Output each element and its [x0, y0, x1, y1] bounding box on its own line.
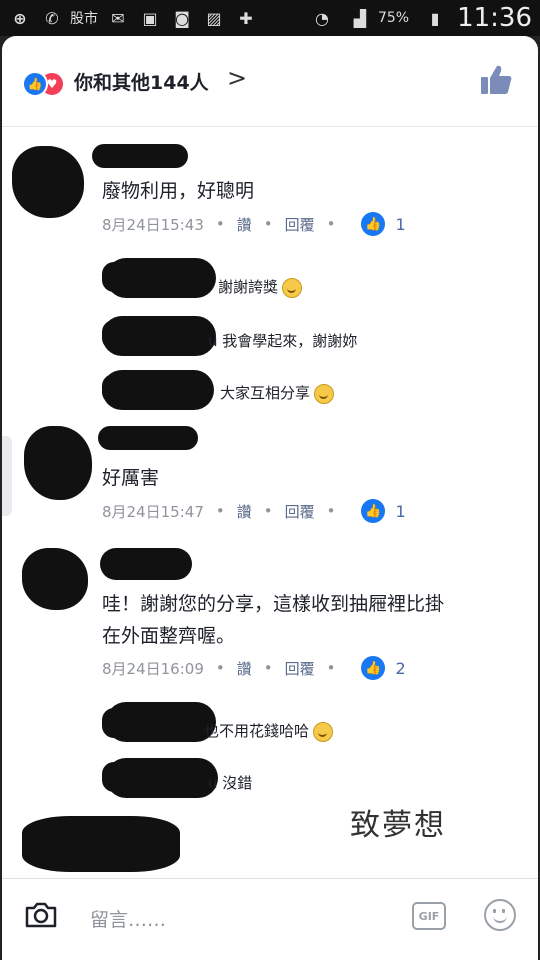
mail-icon: ✉ [111, 8, 125, 28]
status-bar: ⊕ ✆ 股市 ✉ ▣ ◙ ▨ ✚ ◔ ▟ 75% ▮ 11:36 [0, 0, 540, 36]
add-notification-icon: ⊕ [13, 8, 27, 28]
comments-sheet: 👍 ♥ 你和其他144人 > 廢物利用，好聰明 8月24日15:43 • 讚 •… [2, 36, 538, 960]
like-action[interactable]: 讚 [237, 658, 252, 679]
like-count-icon: 👍 [361, 656, 386, 680]
avatar[interactable] [24, 426, 92, 500]
grin-emoji-icon [282, 277, 303, 298]
messenger-icon: ✆ [45, 8, 59, 28]
like-count-icon: 👍 [361, 499, 386, 523]
like-count: 2 [395, 658, 406, 678]
like-reaction-icon: 👍 [22, 71, 48, 97]
reply-text: 也不用花錢哈哈 [204, 720, 334, 742]
chevron-right-icon[interactable]: > [227, 64, 247, 92]
redacted-name [106, 258, 216, 298]
battery-percent: 75% [377, 10, 410, 26]
like-count: 1 [395, 214, 406, 234]
avatar[interactable] [12, 146, 84, 218]
reactions-header[interactable]: 👍 ♥ 你和其他144人 > [2, 36, 538, 127]
like-thumb-icon[interactable] [478, 62, 514, 98]
battery-icon: ▮ [430, 8, 440, 28]
redacted-name [106, 758, 218, 798]
comment-date: 8月24日15:47 [102, 502, 204, 521]
wifi-icon: ◔ [314, 8, 329, 28]
watermark: 致夢想 [350, 808, 446, 843]
comment-date: 8月24日15:43 [102, 215, 204, 234]
laugh-emoji-icon [313, 721, 334, 742]
comment-meta: 8月24日16:09 • 讚 • 回覆 • 👍 2 [102, 656, 406, 680]
avatar[interactable] [22, 816, 180, 872]
likers-summary[interactable]: 你和其他144人 [74, 68, 209, 95]
reply-action[interactable]: 回覆 [285, 214, 315, 235]
clock: 11:36 [457, 3, 532, 33]
camera-icon[interactable] [24, 901, 58, 929]
gallery-icon: ▨ [206, 8, 222, 28]
like-count: 1 [395, 501, 406, 521]
reply-action[interactable]: 回覆 [285, 658, 315, 679]
emoji-picker-icon[interactable] [484, 899, 516, 931]
reply-text: 謝謝誇獎 [218, 276, 303, 298]
like-action[interactable]: 讚 [237, 501, 252, 522]
comment-text-line1: 哇！謝謝您的分享，這樣收到抽屜裡比掛 [102, 593, 445, 615]
gif-button[interactable]: GIF [412, 902, 446, 930]
redacted-name [102, 370, 214, 410]
comment-composer: 留言…… GIF [2, 878, 538, 960]
app-icon: ◙ [174, 8, 190, 28]
stock-app-label: 股市 [70, 11, 98, 27]
comment-text-line2: 在外面整齊喔。 [102, 625, 236, 647]
comment-text: 廢物利用，好聰明 [102, 180, 255, 202]
like-action[interactable]: 讚 [237, 214, 252, 235]
reply-text: u 我會學起來，謝謝妳 [208, 332, 358, 350]
transit-icon: ✚ [239, 8, 253, 28]
reply-text: 大家互相分享 [220, 382, 335, 404]
comment-meta: 8月24日15:47 • 讚 • 回覆 • 👍 1 [102, 499, 406, 523]
avatar[interactable] [22, 548, 88, 610]
reply-text: u 沒錯 [208, 774, 253, 792]
redacted-name [100, 548, 192, 580]
redacted-name [106, 702, 216, 742]
redacted-name [92, 144, 188, 168]
news-icon: ▣ [142, 8, 158, 28]
comment-text: 好厲害 [102, 467, 160, 489]
reply-action[interactable]: 回覆 [285, 501, 315, 522]
comment-meta: 8月24日15:43 • 讚 • 回覆 • 👍 1 [102, 212, 406, 236]
grin-emoji-icon [314, 383, 335, 404]
side-handle[interactable] [2, 436, 12, 516]
redacted-name [102, 316, 216, 356]
comment-date: 8月24日16:09 [102, 659, 204, 678]
like-count-icon: 👍 [361, 212, 386, 236]
redacted-name [98, 426, 198, 450]
comment-input[interactable]: 留言…… [90, 905, 166, 932]
signal-icon: ▟ [353, 8, 367, 28]
